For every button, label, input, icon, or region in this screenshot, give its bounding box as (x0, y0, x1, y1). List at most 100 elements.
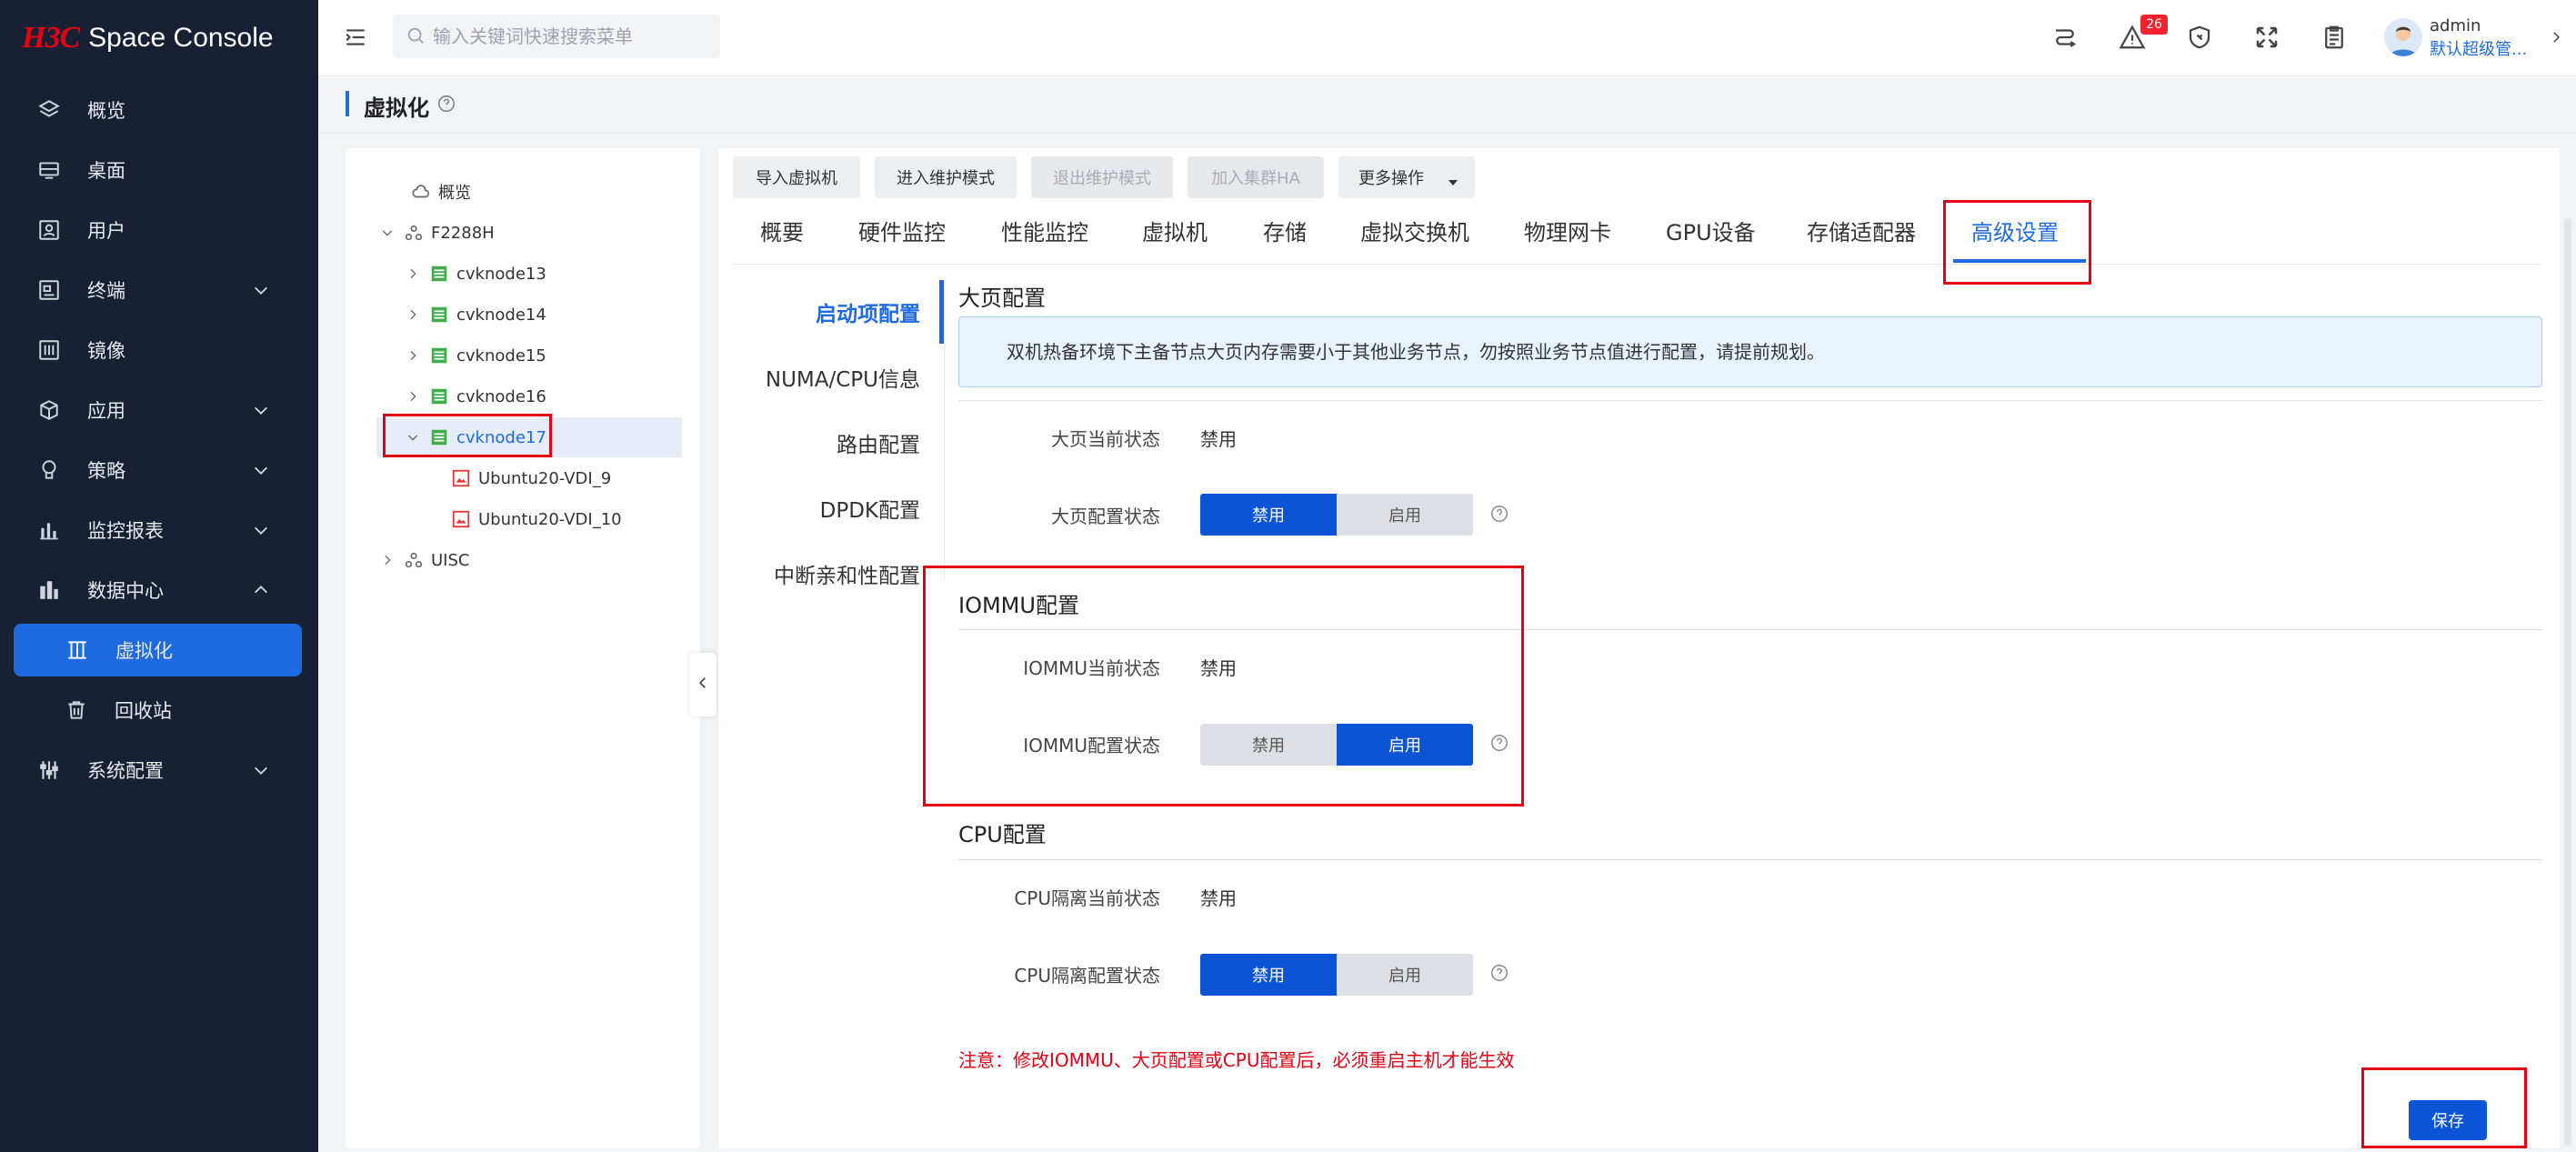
cpu-disable-button[interactable]: 禁用 (1200, 954, 1337, 996)
tree-item-cluster[interactable]: F2288H (378, 213, 495, 253)
chevron-right-icon[interactable] (404, 346, 422, 365)
more-actions-dropdown[interactable]: 更多操作 (1338, 156, 1475, 198)
restart-warning-note: 注意：修改IOMMU、大页配置或CPU配置后，必须重启主机才能生效 (958, 1049, 1515, 1071)
search-input[interactable] (393, 15, 720, 58)
iommu-current-value: 禁用 (1200, 657, 1237, 679)
hugepage-current-label: 大页当前状态 (1051, 428, 1160, 450)
user-name[interactable]: admin (2430, 16, 2481, 35)
tree-item-host-selected[interactable]: cvknode17 (376, 417, 682, 457)
hugepage-config-label: 大页配置状态 (1051, 506, 1160, 527)
policy-icon (36, 457, 62, 483)
iommu-enable-button[interactable]: 启用 (1337, 724, 1473, 766)
sidebar-item-label: 桌面 (87, 160, 125, 182)
tree-item-host[interactable]: cvknode14 (404, 295, 546, 335)
cpu-enable-button[interactable]: 启用 (1337, 954, 1473, 996)
fullscreen-icon[interactable] (2251, 22, 2282, 53)
tree-item-host[interactable]: cvknode13 (404, 254, 546, 294)
exit-maintenance-button[interactable]: 退出维护模式 (1031, 156, 1173, 198)
tree-item-vm[interactable]: Ubuntu20-VDI_10 (451, 499, 622, 539)
chevron-right-icon[interactable] (404, 306, 422, 324)
chevron-up-icon (251, 580, 271, 600)
sidebar: H3C Space Console 概览 桌面 用户 终端 镜像 应用 策略 监… (0, 0, 318, 1152)
tab-physical-nic[interactable]: 物理网卡 (1524, 215, 1611, 246)
tab-vswitch[interactable]: 虚拟交换机 (1360, 215, 1469, 246)
subnav-boot-config[interactable]: 启动项配置 (720, 296, 920, 327)
subnav-dpdk-config[interactable]: DPDK配置 (720, 493, 920, 524)
tab-storage[interactable]: 存储 (1263, 215, 1307, 246)
sidebar-item-label: 镜像 (87, 340, 125, 362)
chevron-right-icon[interactable] (2548, 29, 2564, 45)
chevron-down-icon[interactable] (378, 224, 396, 242)
help-icon[interactable] (1489, 963, 1509, 983)
host-icon (429, 305, 449, 325)
chevron-down-icon (251, 520, 271, 540)
tab-advanced-settings[interactable]: 高级设置 (1971, 215, 2059, 246)
iommu-disable-button[interactable]: 禁用 (1200, 724, 1337, 766)
sidebar-item-virtualization[interactable]: 虚拟化 (14, 624, 302, 676)
tab-performance-monitor[interactable]: 性能监控 (1001, 215, 1088, 246)
user-role[interactable]: 默认超级管... (2430, 36, 2527, 60)
sidebar-item-recycle-bin[interactable]: 回收站 (0, 684, 318, 736)
tree-item-vm[interactable]: Ubuntu20-VDI_9 (451, 458, 611, 498)
info-alert-text: 双机热备环境下主备节点大页内存需要小于其他业务节点，勿按照业务节点值进行配置，请… (1007, 341, 1825, 363)
sidebar-item-label: 用户 (87, 220, 125, 242)
cluster-icon (404, 550, 424, 570)
datacenter-icon (36, 577, 62, 603)
collapse-tree-button[interactable] (689, 653, 717, 716)
save-button[interactable]: 保存 (2409, 1100, 2487, 1140)
clipboard-icon[interactable] (2319, 22, 2350, 53)
sidebar-item-label: 应用 (87, 400, 125, 422)
subnav-irq-affinity[interactable]: 中断亲和性配置 (720, 558, 920, 589)
tree-item-label: F2288H (431, 223, 495, 243)
enter-maintenance-button[interactable]: 进入维护模式 (875, 156, 1017, 198)
sidebar-item-datacenter[interactable]: 数据中心 (0, 564, 318, 616)
avatar[interactable] (2384, 18, 2422, 56)
shield-icon[interactable] (2184, 22, 2215, 53)
sidebar-item-label: 监控报表 (87, 520, 164, 542)
chevron-right-icon[interactable] (404, 265, 422, 283)
hugepage-enable-button[interactable]: 启用 (1337, 494, 1473, 536)
tab-storage-adapter[interactable]: 存储适配器 (1807, 215, 1916, 246)
cpu-current-value: 禁用 (1200, 887, 1237, 909)
cpu-current-label: CPU隔离当前状态 (1014, 887, 1160, 909)
help-icon[interactable] (1489, 504, 1509, 524)
tree-item-label: UISC (431, 550, 470, 570)
sidebar-item-system-config[interactable]: 系统配置 (0, 744, 318, 796)
chevron-left-icon (695, 675, 711, 695)
sidebar-item-desktop[interactable]: 桌面 (0, 144, 318, 196)
help-icon[interactable] (1489, 733, 1509, 753)
more-actions-label: 更多操作 (1358, 169, 1424, 188)
tree-item-host[interactable]: cvknode15 (404, 336, 546, 376)
menu-fold-icon[interactable] (344, 25, 367, 49)
hugepage-toggle: 禁用 启用 (1200, 494, 1473, 536)
chevron-right-icon[interactable] (378, 551, 396, 569)
sidebar-item-image[interactable]: 镜像 (0, 324, 318, 376)
hugepage-disable-button[interactable]: 禁用 (1200, 494, 1337, 536)
tree-item-host[interactable]: cvknode16 (404, 376, 546, 416)
chevron-right-icon[interactable] (404, 387, 422, 406)
task-flow-icon[interactable] (2050, 22, 2080, 53)
scrollbar[interactable] (2564, 218, 2571, 1146)
sidebar-item-monitor-report[interactable]: 监控报表 (0, 504, 318, 556)
section-title-hugepage: 大页配置 (958, 285, 1046, 311)
chevron-down-icon (251, 760, 271, 780)
sidebar-item-user[interactable]: 用户 (0, 204, 318, 256)
tab-hardware-monitor[interactable]: 硬件监控 (858, 215, 946, 246)
tree-item-overview[interactable]: 概览 (386, 172, 471, 212)
sidebar-item-terminal[interactable]: 终端 (0, 264, 318, 316)
sidebar-item-overview[interactable]: 概览 (0, 84, 318, 136)
import-vm-button[interactable]: 导入虚拟机 (733, 156, 860, 198)
join-ha-button[interactable]: 加入集群HA (1188, 156, 1324, 198)
chevron-down-icon[interactable] (404, 428, 422, 446)
sidebar-item-policy[interactable]: 策略 (0, 444, 318, 496)
help-icon[interactable] (436, 94, 456, 114)
subnav-numa-cpu[interactable]: NUMA/CPU信息 (720, 362, 920, 393)
desktop-icon (36, 157, 62, 183)
tab-gpu[interactable]: GPU设备 (1666, 215, 1756, 246)
tab-vms[interactable]: 虚拟机 (1142, 215, 1208, 246)
sidebar-item-app[interactable]: 应用 (0, 384, 318, 436)
subnav-route-config[interactable]: 路由配置 (720, 427, 920, 458)
tree-item-cluster[interactable]: UISC (378, 540, 469, 580)
tab-overview[interactable]: 概要 (760, 215, 804, 246)
tree-item-label: cvknode15 (456, 346, 546, 366)
